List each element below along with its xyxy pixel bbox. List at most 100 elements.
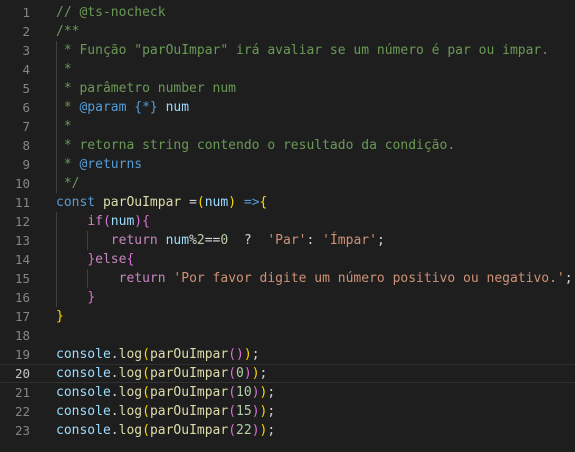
code-line-11[interactable]: 11 const parOuImpar =(num) =>{ [0, 193, 575, 212]
line-code[interactable]: * Função "parOuImpar" irá avaliar se um … [56, 41, 549, 60]
code-token: * parâmetro number num [56, 81, 237, 96]
code-line-4[interactable]: 4 * [0, 60, 575, 79]
line-code[interactable]: } [56, 307, 64, 326]
code-token: log [118, 423, 143, 438]
line-code[interactable]: console.log(parOuImpar(15)); [56, 402, 275, 421]
code-token: parOuImpar [149, 423, 229, 438]
code-line-16[interactable]: 16 } [0, 288, 575, 307]
code-token: parOuImpar [149, 385, 229, 400]
code-token: @param [79, 100, 127, 115]
line-number: 16 [14, 290, 30, 305]
code-line-5[interactable]: 5 * parâmetro number num [0, 79, 575, 98]
line-code[interactable]: console.log(parOuImpar()); [56, 345, 260, 364]
code-token: = [181, 195, 197, 210]
code-token: ; [267, 404, 276, 419]
line-number: 5 [22, 81, 30, 96]
code-token: const [56, 195, 96, 210]
code-line-21[interactable]: 21 console.log(parOuImpar(10)); [0, 383, 575, 402]
line-number: 13 [14, 233, 30, 248]
code-line-1[interactable]: 1 // @ts-nocheck [0, 3, 575, 22]
code-token: ? [228, 233, 268, 248]
code-line-17[interactable]: 17} [0, 307, 575, 326]
code-line-15[interactable]: 15 return 'Por favor digite um número po… [0, 269, 575, 288]
code-token: ( [142, 385, 150, 400]
code-line-14[interactable]: 14 }else{ [0, 250, 575, 269]
line-number: 1 [22, 5, 30, 20]
code-token: console [56, 423, 111, 438]
code-token: * [56, 119, 72, 134]
line-code[interactable]: * retorna string contendo o resultado da… [56, 136, 455, 155]
line-code[interactable]: }else{ [56, 250, 134, 269]
code-token: { [142, 214, 150, 229]
line-code[interactable]: * [56, 60, 72, 79]
code-token: . [110, 366, 119, 381]
line-code[interactable]: const parOuImpar =(num) =>{ [56, 193, 267, 212]
code-line-10[interactable]: 10 */ [0, 174, 575, 193]
line-code[interactable]: /** [56, 22, 79, 41]
code-line-7[interactable]: 7 * [0, 117, 575, 136]
code-token: log [118, 366, 143, 381]
code-token: if [87, 214, 103, 229]
code-token: ) [251, 404, 260, 419]
code-lines[interactable]: 1 // @ts-nocheck 2 /** 3 * Função "parOuImpa… [0, 3, 575, 440]
code-line-19[interactable]: 19 console.log(parOuImpar()); [0, 345, 575, 364]
line-number: 22 [14, 404, 30, 419]
code-line-6[interactable]: 6 * @param {*} num [0, 98, 575, 117]
code-line-22[interactable]: 22 console.log(parOuImpar(15)); [0, 402, 575, 421]
code-line-12[interactable]: 12 if(num){ [0, 212, 575, 231]
line-number: 18 [14, 328, 30, 343]
line-code[interactable]: * @returns [56, 155, 142, 174]
code-line-2[interactable]: 2 /** [0, 22, 575, 41]
line-code[interactable]: * parâmetro number num [56, 79, 236, 98]
line-code[interactable]: // @ts-nocheck [56, 3, 166, 22]
code-token: 15 [236, 404, 252, 419]
code-token: . [110, 404, 119, 419]
code-line-23[interactable]: 23 console.log(parOuImpar(22)); [0, 421, 575, 440]
code-line-20[interactable]: 20 console.log(parOuImpar(0)); [0, 364, 575, 383]
line-number: 4 [22, 62, 30, 77]
code-token: ( [228, 423, 237, 438]
code-token: ( [142, 404, 150, 419]
line-code[interactable]: return num%2==0 ? 'Par': 'Ímpar'; [56, 231, 385, 250]
line-number: 8 [22, 138, 30, 153]
line-code[interactable]: } [56, 288, 95, 307]
code-token: % [189, 233, 197, 248]
code-token: 22 [236, 423, 252, 438]
code-token: ( [228, 347, 237, 362]
line-code[interactable]: if(num){ [56, 212, 150, 231]
line-code[interactable]: return 'Por favor digite um número posit… [56, 269, 573, 288]
line-code[interactable]: console.log(parOuImpar(22)); [56, 421, 275, 440]
code-token: console [56, 366, 111, 381]
code-editor[interactable]: 1 // @ts-nocheck 2 /** 3 * Função "parOuImpa… [0, 0, 575, 452]
line-code[interactable]: */ [56, 174, 80, 193]
code-line-3[interactable]: 3 * Função "parOuImpar" irá avaliar se u… [0, 41, 575, 60]
line-number: 12 [14, 214, 30, 229]
code-token: * [56, 100, 80, 115]
line-number: 3 [22, 43, 30, 58]
code-token: log [118, 404, 143, 419]
code-token: 2 [196, 233, 205, 248]
line-code[interactable]: console.log(parOuImpar(0)); [56, 364, 267, 383]
code-token: console [56, 347, 111, 362]
code-token: num [165, 233, 190, 248]
line-number: 9 [22, 157, 30, 172]
line-number: 17 [14, 309, 30, 324]
line-code[interactable]: * @param {*} num [56, 98, 189, 117]
code-token: * retorna string contendo o resultado da… [56, 138, 456, 153]
code-line-8[interactable]: 8 * retorna string contendo o resultado … [0, 136, 575, 155]
code-token: } [87, 290, 96, 305]
line-code[interactable]: console.log(parOuImpar(10)); [56, 383, 275, 402]
code-line-18[interactable]: 18 [0, 326, 575, 345]
code-token: ( [228, 385, 237, 400]
code-token: ) [236, 347, 244, 362]
code-token: parOuImpar [102, 195, 182, 210]
line-code[interactable]: * [56, 117, 72, 136]
line-number: 15 [14, 271, 30, 286]
code-line-13[interactable]: 13 return num%2==0 ? 'Par': 'Ímpar'; [0, 231, 575, 250]
code-line-9[interactable]: 9 * @returns [0, 155, 575, 174]
code-token: ) [251, 385, 260, 400]
